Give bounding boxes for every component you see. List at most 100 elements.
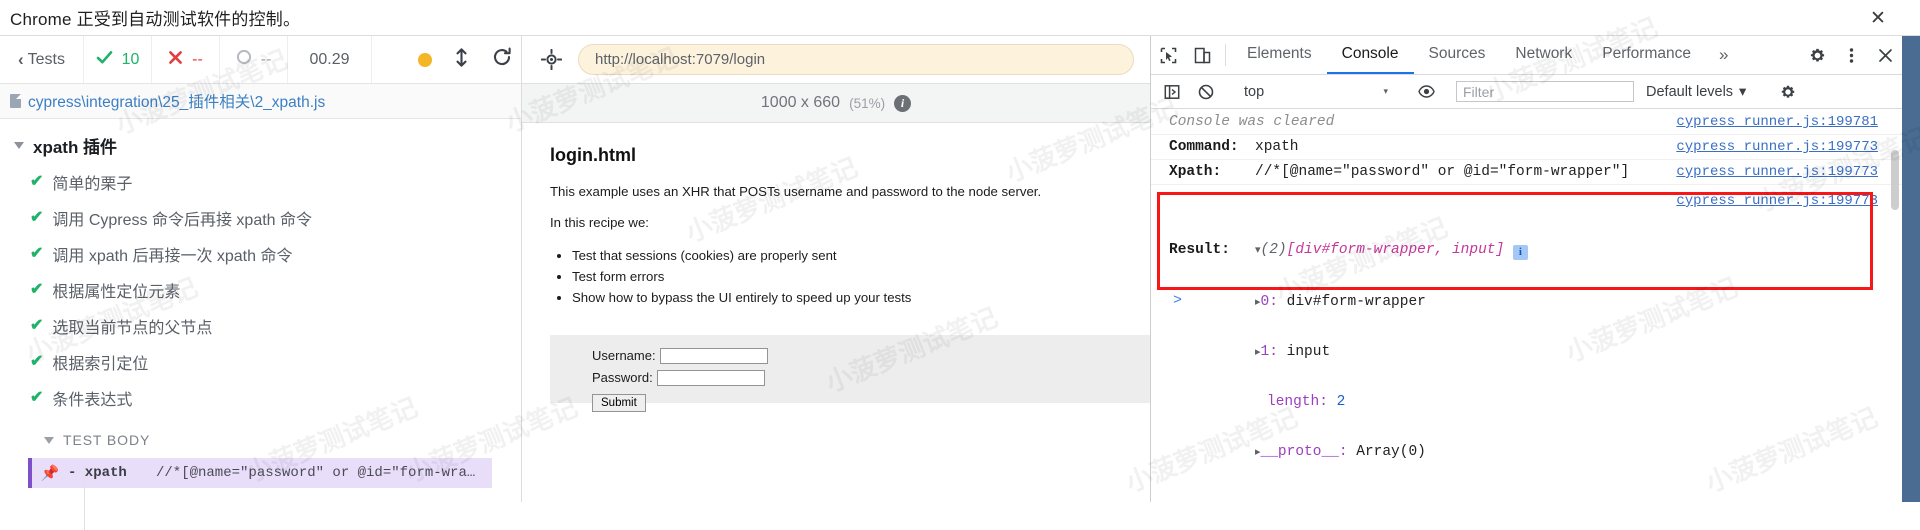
tab-elements[interactable]: Elements	[1232, 36, 1327, 74]
page-title: login.html	[550, 145, 636, 165]
list-item: Test that sessions (cookies) are properl…	[572, 245, 1122, 266]
chrome-automation-infobar: Chrome 正受到自动测试软件的控制。 ✕	[0, 0, 1920, 36]
tab-sources[interactable]: Sources	[1414, 36, 1501, 74]
recipe-list: Test that sessions (cookies) are properl…	[572, 245, 1122, 309]
close-icon[interactable]: ✕	[1858, 0, 1898, 36]
chevron-down-icon: ▾	[1383, 86, 1388, 96]
stat-failed: --	[152, 36, 220, 83]
form-wrapper: Username: Password: Submit	[550, 334, 1150, 412]
password-input[interactable]	[656, 369, 765, 386]
log-levels-select[interactable]: Default levels ▾	[1634, 84, 1758, 100]
suite-title-row[interactable]: xpath 插件	[14, 133, 521, 158]
suite-container: xpath 插件 ✔ 简单的栗子 ✔ 调用 Cypress 命令后再接 xpat…	[0, 119, 521, 448]
result-child-1[interactable]: ▸1: input	[1169, 343, 1902, 361]
result-child-key: __proto__:	[1260, 443, 1348, 460]
password-row: Password:	[592, 369, 1150, 386]
chevron-down-icon	[14, 142, 24, 149]
spec-file-path: cypress\integration\25_插件相关\2_xpath.js	[28, 94, 326, 111]
username-row: Username:	[592, 347, 1150, 364]
check-icon: ✔	[30, 389, 44, 406]
test-item[interactable]: ✔ 根据索引定位	[14, 338, 521, 374]
reporter-header: ‹ Tests 10 -- -- 00.29	[0, 36, 521, 84]
device-toolbar-icon[interactable]	[1185, 36, 1219, 74]
test-body-header[interactable]: TEST BODY	[44, 432, 521, 448]
source-link[interactable]: cypress_runner.js:199773	[1676, 139, 1878, 155]
result-preview-item: div#form-wrapper	[1295, 242, 1435, 258]
gear-icon[interactable]	[1771, 84, 1805, 100]
info-icon[interactable]: i	[1512, 244, 1528, 260]
username-input[interactable]	[659, 347, 768, 364]
gear-icon[interactable]	[1800, 47, 1834, 64]
restart-icon[interactable]	[491, 46, 513, 73]
spec-file-row[interactable]: cypress\integration\25_插件相关\2_xpath.js	[0, 84, 521, 119]
reporter-controls	[372, 36, 521, 83]
console-row-xpath: Xpath: //*[@name="password" or @id="form-…	[1151, 160, 1902, 185]
back-to-tests-label: Tests	[27, 50, 65, 68]
automation-message: Chrome 正受到自动测试软件的控制。	[10, 10, 301, 29]
console-row-result: Result: ▾(2)[div#form-wrapper, input] i ▸…	[1151, 185, 1902, 502]
tab-network[interactable]: Network	[1500, 36, 1587, 74]
check-icon	[96, 50, 113, 70]
command-argument: //*[@name="password" or @id="form-wra…	[156, 465, 476, 481]
submit-button[interactable]: Submit	[592, 393, 646, 412]
execution-context-select[interactable]: top ▾	[1236, 84, 1396, 100]
result-header-line[interactable]: Result: ▾(2)[div#form-wrapper, input] i	[1169, 241, 1902, 261]
source-link[interactable]: cypress_runner.js:199773	[1676, 193, 1878, 209]
log-value: //*[@name="password" or @id="form-wrappe…	[1255, 164, 1630, 180]
log-value: xpath	[1255, 139, 1299, 155]
list-item: Show how to bypass the UI entirely to sp…	[572, 287, 1122, 308]
result-child-proto[interactable]: ▸__proto__: Array(0)	[1169, 443, 1902, 461]
test-item[interactable]: ✔ 选取当前节点的父节点	[14, 302, 521, 338]
tab-performance[interactable]: Performance	[1587, 36, 1706, 74]
console-filter-input[interactable]	[1456, 81, 1634, 102]
command-log-row[interactable]: 📌 - xpath //*[@name="password" or @id="f…	[28, 458, 492, 488]
close-icon[interactable]	[1868, 48, 1902, 63]
clear-console-icon[interactable]	[1189, 84, 1223, 100]
chevron-left-icon: ‹	[17, 49, 24, 69]
test-item-label: 调用 xpath 后再接一次 xpath 命令	[52, 248, 293, 265]
test-item[interactable]: ✔ 调用 xpath 后再接一次 xpath 命令	[14, 230, 521, 266]
test-body-label: TEST BODY	[63, 432, 151, 448]
console-scrollbar[interactable]	[1891, 150, 1899, 210]
source-link[interactable]: cypress_runner.js:199781	[1676, 114, 1878, 130]
username-label: Username:	[592, 348, 656, 364]
result-child-length: length: 2	[1169, 393, 1902, 411]
test-item[interactable]: ✔ 调用 Cypress 命令后再接 xpath 命令	[14, 194, 521, 230]
test-item[interactable]: ✔ 条件表达式	[14, 374, 521, 410]
selector-playground-icon[interactable]	[538, 47, 564, 73]
console-output[interactable]: Console was cleared cypress_runner.js:19…	[1151, 110, 1902, 502]
test-item[interactable]: ✔ 简单的栗子	[14, 158, 521, 194]
inspect-element-icon[interactable]	[1151, 36, 1185, 74]
recipe-label: In this recipe we:	[550, 214, 649, 230]
test-item[interactable]: ✔ 根据属性定位元素	[14, 266, 521, 302]
result-tree: Result: ▾(2)[div#form-wrapper, input] i ▸…	[1169, 225, 1902, 493]
live-expression-icon[interactable]	[1409, 85, 1443, 98]
log-levels-value: Default levels	[1646, 83, 1734, 100]
test-item-label: 根据索引定位	[52, 356, 149, 373]
circle-icon	[236, 49, 252, 70]
stat-failed-count: --	[192, 50, 203, 68]
cypress-reporter-panel: ‹ Tests 10 -- -- 00.29 cypress\integrati…	[0, 36, 521, 530]
console-sidebar-icon[interactable]	[1155, 84, 1189, 100]
aut-url-bar[interactable]: http://localhost:7079/login	[578, 44, 1134, 75]
kebab-menu-icon[interactable]	[1834, 47, 1868, 64]
check-icon: ✔	[30, 173, 44, 190]
test-item-label: 选取当前节点的父节点	[52, 320, 213, 337]
more-tabs-icon[interactable]: »	[1706, 36, 1741, 74]
console-cleared-row: Console was cleared cypress_runner.js:19…	[1151, 110, 1902, 135]
pin-icon: 📌	[40, 465, 60, 482]
vertical-arrows-icon[interactable]	[454, 47, 469, 73]
info-icon[interactable]: i	[894, 94, 912, 112]
tab-console[interactable]: Console	[1326, 36, 1414, 74]
amber-dot-icon[interactable]	[418, 52, 432, 67]
devtools-panel: Elements Console Sources Network Perform…	[1150, 36, 1902, 502]
result-child-0[interactable]: ▸0: div#form-wrapper	[1169, 293, 1902, 311]
divider	[1225, 44, 1226, 66]
source-link[interactable]: cypress_runner.js:199773	[1676, 164, 1878, 180]
stat-passed: 10	[84, 36, 152, 83]
check-icon: ✔	[30, 209, 44, 226]
back-to-tests-button[interactable]: ‹ Tests	[0, 36, 84, 83]
aut-size-indicator: 1000 x 660 (51%) i	[522, 84, 1150, 122]
console-prompt-icon[interactable]: >	[1173, 292, 1182, 309]
console-toolbar: top ▾ Default levels ▾	[1151, 75, 1902, 109]
